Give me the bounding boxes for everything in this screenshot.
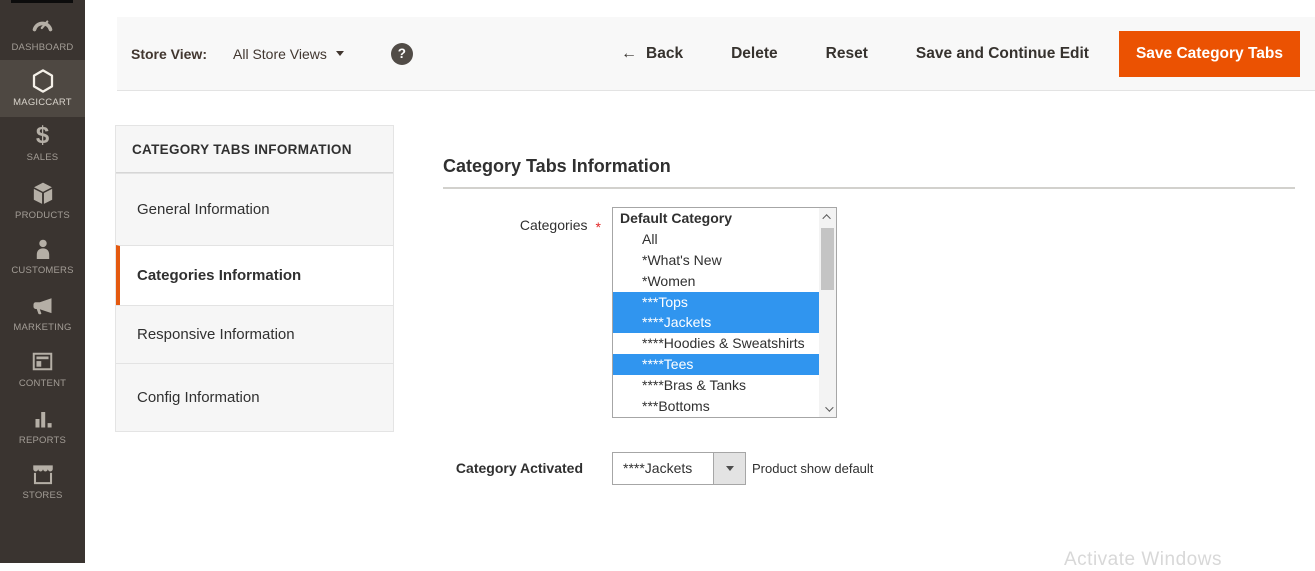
chevron-down-icon — [825, 403, 833, 411]
back-button[interactable]: ←Back — [621, 45, 683, 63]
category-option[interactable]: ****Hoodies & Sweatshirts — [613, 333, 819, 354]
delete-button[interactable]: Delete — [731, 45, 778, 63]
sidebar-item-label: CUSTOMERS — [11, 265, 73, 276]
box-icon — [30, 180, 56, 207]
store-view-selector[interactable]: All Store Views — [233, 46, 327, 62]
scrollbar-track[interactable] — [819, 225, 836, 400]
category-option[interactable]: ****Bras & Tanks — [613, 375, 819, 396]
chevron-down-icon[interactable] — [336, 51, 344, 56]
back-arrow-icon: ← — [621, 45, 637, 62]
save-category-tabs-button[interactable]: Save Category Tabs — [1119, 31, 1300, 77]
sidebar-item-label: MAGICCART — [13, 97, 72, 108]
sidebar-item-label: PRODUCTS — [15, 210, 70, 221]
sidebar-item-label: REPORTS — [19, 435, 66, 446]
category-activated-note: Product show default — [752, 461, 873, 476]
person-icon — [31, 235, 55, 262]
save-and-continue-button[interactable]: Save and Continue Edit — [916, 45, 1089, 63]
category-option[interactable]: *What's New — [613, 250, 819, 271]
category-option-selected[interactable]: ****Tees — [613, 354, 819, 375]
select-dropdown-button[interactable] — [713, 453, 745, 484]
sidebar-item-label: STORES — [22, 490, 62, 501]
title-divider — [443, 187, 1295, 189]
activate-windows-watermark: Activate Windows — [1064, 549, 1222, 571]
category-option[interactable]: Default Category — [613, 208, 819, 229]
section-tabs-panel: CATEGORY TABS INFORMATION General Inform… — [115, 125, 394, 432]
hexagon-icon — [30, 67, 56, 94]
dollar-icon: $ — [36, 122, 49, 149]
categories-field-label: Categories* — [443, 217, 601, 235]
sidebar-item-products[interactable]: PRODUCTS — [0, 180, 85, 226]
category-option-selected[interactable]: ****Jackets — [613, 312, 819, 333]
storefront-icon — [30, 460, 56, 487]
megaphone-icon — [29, 292, 56, 319]
sidebar-item-label: MARKETING — [13, 322, 71, 333]
category-option[interactable]: All — [613, 229, 819, 250]
layout-icon — [30, 348, 55, 375]
store-view-label: Store View: — [131, 46, 207, 62]
magento-logo-bar — [11, 0, 73, 3]
reset-button[interactable]: Reset — [826, 45, 868, 63]
chevron-down-icon — [726, 466, 734, 471]
categories-multiselect[interactable]: Default Category All *What's New *Women … — [612, 207, 837, 418]
listbox-scrollbar[interactable] — [819, 208, 836, 417]
category-option[interactable]: *Women — [613, 271, 819, 292]
tab-categories-information[interactable]: Categories Information — [116, 245, 393, 305]
required-asterisk: * — [596, 219, 601, 235]
sidebar-item-sales[interactable]: $ SALES — [0, 122, 85, 168]
scroll-up-button[interactable] — [819, 208, 836, 225]
sidebar-item-reports[interactable]: REPORTS — [0, 405, 85, 451]
category-activated-label: Category Activated — [443, 460, 583, 476]
tab-general-information[interactable]: General Information — [116, 173, 393, 245]
tabs-panel-header: CATEGORY TABS INFORMATION — [116, 126, 393, 173]
tab-responsive-information[interactable]: Responsive Information — [116, 305, 393, 363]
category-option[interactable]: ***Bottoms — [613, 396, 819, 417]
category-activated-select[interactable]: ****Jackets — [612, 452, 746, 485]
sidebar-item-customers[interactable]: CUSTOMERS — [0, 235, 85, 281]
sidebar-item-magiccart[interactable]: MAGICCART — [0, 60, 85, 117]
categories-option-list: Default Category All *What's New *Women … — [613, 208, 819, 417]
scrollbar-thumb[interactable] — [821, 228, 834, 290]
scroll-down-button[interactable] — [819, 400, 836, 417]
sidebar-item-stores[interactable]: STORES — [0, 460, 85, 506]
tab-config-information[interactable]: Config Information — [116, 363, 393, 431]
sidebar-item-label: SALES — [27, 152, 59, 163]
sidebar-item-content[interactable]: CONTENT — [0, 348, 85, 394]
sidebar-item-label: CONTENT — [19, 378, 66, 389]
bar-chart-icon — [31, 405, 55, 432]
sidebar-item-dashboard[interactable]: DASHBOARD — [0, 12, 85, 58]
admin-sidebar: DASHBOARD MAGICCART $ SALES PRODUCTS CUS… — [0, 0, 85, 563]
help-icon[interactable]: ? — [391, 43, 413, 65]
page-title: Category Tabs Information — [443, 156, 671, 177]
sidebar-item-marketing[interactable]: MARKETING — [0, 292, 85, 338]
page-toolbar: Store View: All Store Views ? ←Back Dele… — [117, 17, 1315, 91]
sidebar-item-label: DASHBOARD — [12, 42, 74, 53]
chevron-up-icon — [822, 214, 830, 222]
category-option-selected[interactable]: ***Tops — [613, 292, 819, 313]
select-value: ****Jackets — [613, 453, 713, 484]
gauge-icon — [29, 12, 56, 39]
